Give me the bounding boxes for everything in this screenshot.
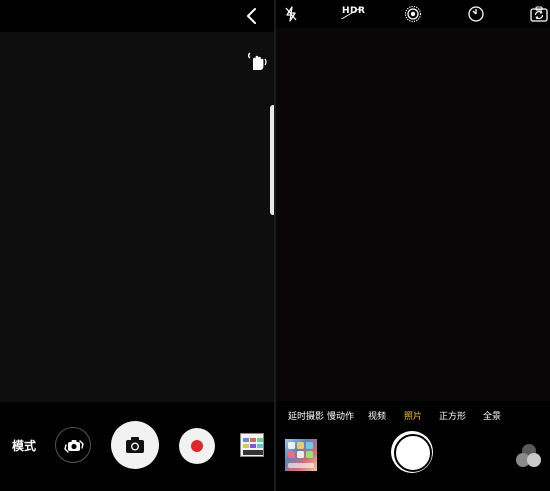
hdr-toggle[interactable]: HDR [342, 6, 365, 16]
mode-square[interactable]: 正方形 [439, 409, 466, 422]
record-dot-icon [191, 440, 203, 452]
chevron-left-icon [247, 8, 256, 24]
camera-icon [126, 437, 144, 453]
gallery-thumbnail-image [241, 434, 263, 456]
mode-video[interactable]: 视频 [368, 409, 386, 422]
photo-library-thumbnail-image [288, 442, 314, 468]
shutter-button-right[interactable] [391, 431, 433, 473]
right-top-bar: HDR [276, 0, 550, 28]
timer-button[interactable] [467, 5, 485, 23]
right-viewfinder[interactable] [276, 28, 550, 401]
filter-circle-icon [527, 453, 541, 467]
filters-button[interactable] [516, 444, 542, 470]
mode-button[interactable]: 模式 [12, 437, 36, 454]
record-button[interactable] [179, 428, 215, 464]
gallery-thumbnail[interactable] [240, 433, 264, 457]
live-photo-icon [404, 5, 422, 23]
mode-photo[interactable]: 照片 [404, 409, 422, 422]
photo-library-thumbnail[interactable] [285, 439, 317, 471]
flash-off-icon [285, 6, 297, 22]
live-photo-button[interactable] [404, 5, 422, 23]
timer-icon [468, 6, 484, 22]
right-camera-app: HDR 延时摄影 慢动作 视频 照片 正方形 全景 [276, 0, 550, 491]
mode-slow-motion[interactable]: 慢动作 [327, 409, 354, 422]
left-camera-app: 模式 [0, 0, 275, 491]
switch-camera-button[interactable] [55, 427, 91, 463]
hand-wave-gesture-icon [248, 52, 267, 70]
mode-panorama[interactable]: 全景 [483, 409, 501, 422]
left-top-bar [0, 0, 274, 32]
shutter-button[interactable] [111, 421, 159, 469]
flip-camera-icon [530, 6, 548, 22]
flash-button[interactable] [282, 5, 300, 23]
gesture-control-button[interactable] [244, 50, 268, 72]
left-viewfinder[interactable] [0, 32, 274, 402]
switch-camera-icon [64, 440, 84, 453]
mode-timelapse[interactable]: 延时摄影 [288, 409, 324, 422]
flip-camera-button[interactable] [530, 5, 548, 23]
back-button[interactable] [242, 6, 262, 26]
